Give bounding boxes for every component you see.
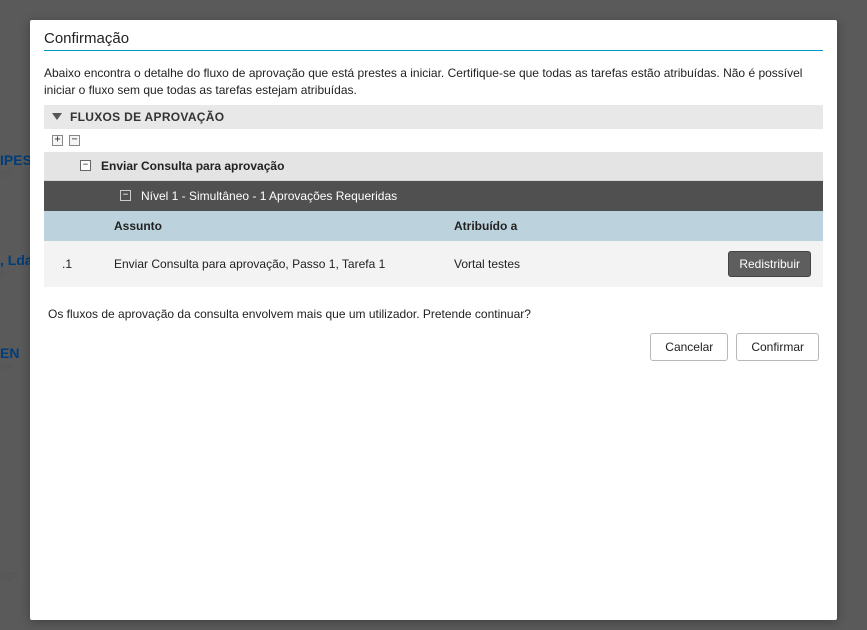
- approval-flows-section-header[interactable]: FLUXOS DE APROVAÇÃO: [44, 105, 823, 129]
- cancel-button[interactable]: Cancelar: [650, 333, 728, 361]
- task-table-header: Assunto Atribuído a: [44, 211, 823, 241]
- level-name: Nível 1 - Simultâneo - 1 Aprovações Requ…: [141, 189, 397, 203]
- bg-item-5-sub: agri: [0, 570, 18, 582]
- header-assigned: Atribuído a: [454, 219, 713, 233]
- caret-down-icon: [52, 113, 62, 120]
- confirm-button[interactable]: Confirmar: [736, 333, 819, 361]
- header-subject: Assunto: [114, 219, 454, 233]
- section-label: FLUXOS DE APROVAÇÃO: [70, 110, 224, 124]
- row-subject: Enviar Consulta para aprovação, Passo 1,…: [114, 257, 454, 271]
- row-assigned: Vortal testes: [454, 257, 713, 271]
- bg-item-2-sub: s: [0, 268, 6, 280]
- table-row: .1 Enviar Consulta para aprovação, Passo…: [44, 241, 823, 287]
- modal-description: Abaixo encontra o detalhe do fluxo de ap…: [44, 65, 823, 99]
- bg-item-2-title: , Lda: [0, 252, 33, 268]
- confirmation-modal: Confirmação Abaixo encontra o detalhe do…: [30, 20, 837, 620]
- level-row[interactable]: − Nível 1 - Simultâneo - 1 Aprovações Re…: [44, 181, 823, 211]
- modal-title: Confirmação: [44, 30, 823, 51]
- flow-row[interactable]: − Enviar Consulta para aprovação: [44, 152, 823, 181]
- bg-item-3-sub: rel: [0, 361, 12, 373]
- flow-name: Enviar Consulta para aprovação: [101, 159, 284, 173]
- collapse-all-button[interactable]: −: [69, 135, 80, 146]
- bg-item-3-title: EN: [0, 345, 19, 361]
- footer-actions: Cancelar Confirmar: [44, 333, 823, 361]
- expand-collapse-controls: + −: [44, 129, 823, 152]
- redistribute-button[interactable]: Redistribuir: [728, 251, 811, 277]
- level-toggle-icon[interactable]: −: [120, 190, 131, 201]
- expand-all-button[interactable]: +: [52, 135, 63, 146]
- bg-item-1-sub: rel: [0, 168, 12, 180]
- footer-message: Os fluxos de aprovação da consulta envol…: [44, 287, 823, 333]
- row-id: .1: [44, 257, 114, 271]
- bg-item-1-title: IPES: [0, 152, 32, 168]
- flow-toggle-icon[interactable]: −: [80, 160, 91, 171]
